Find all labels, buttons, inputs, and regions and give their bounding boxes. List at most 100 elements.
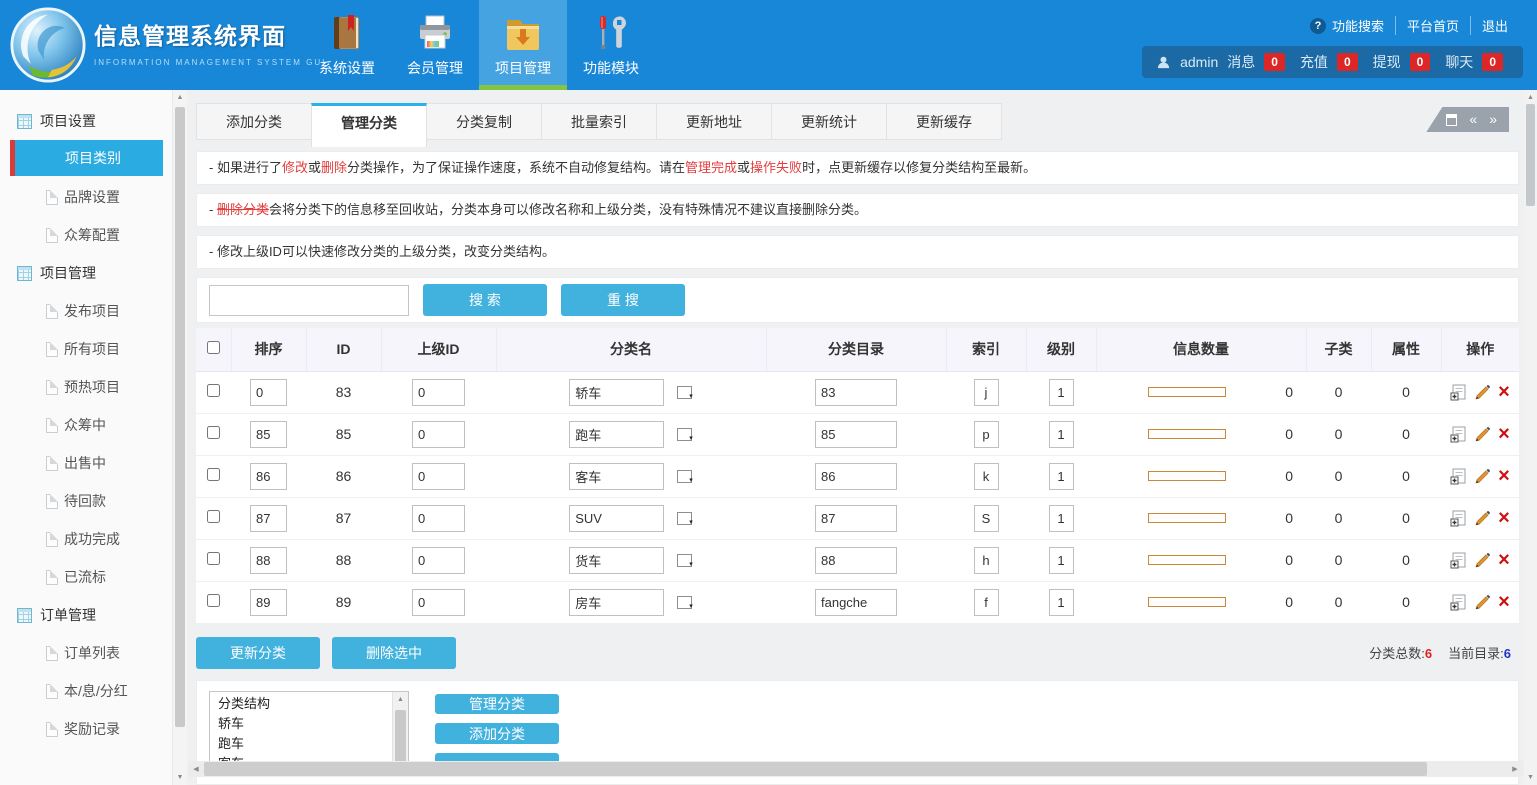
- index-input[interactable]: [974, 505, 999, 532]
- tab-update-cache[interactable]: 更新缓存: [886, 103, 1002, 140]
- horizontal-scrollbar[interactable]: ◀ ▶: [188, 761, 1523, 777]
- main-scrollbar[interactable]: ▲ ▼: [1524, 90, 1537, 785]
- icon-picker[interactable]: ▾: [677, 554, 693, 567]
- nav-member-management[interactable]: 会员管理: [391, 0, 479, 90]
- add-category-button[interactable]: 添加分类: [435, 723, 559, 744]
- add-subcategory-icon[interactable]: [1450, 384, 1467, 401]
- category-name-input[interactable]: [569, 589, 664, 616]
- scroll-down-icon[interactable]: ▼: [173, 770, 187, 785]
- scroll-up-icon[interactable]: ▲: [1524, 90, 1537, 105]
- row-checkbox[interactable]: [207, 594, 220, 607]
- tab-list-icon[interactable]: [1446, 114, 1457, 126]
- delete-icon[interactable]: ×: [1498, 426, 1510, 443]
- edit-icon[interactable]: [1474, 552, 1491, 569]
- sidebar-item-brand-settings[interactable]: 品牌设置: [0, 178, 172, 216]
- sidebar-item-principal-interest-dividend[interactable]: 本/息/分红: [0, 672, 172, 710]
- delete-icon[interactable]: ×: [1498, 552, 1510, 569]
- add-subcategory-icon[interactable]: [1450, 510, 1467, 527]
- tab-batch-index[interactable]: 批量索引: [541, 103, 657, 140]
- chat-link[interactable]: 聊天: [1445, 52, 1473, 72]
- tab-copy-category[interactable]: 分类复制: [426, 103, 542, 140]
- sidebar-item-publish-project[interactable]: 发布项目: [0, 292, 172, 330]
- parent-id-input[interactable]: [412, 463, 465, 490]
- messages-count-badge[interactable]: 0: [1264, 53, 1285, 71]
- logout-link[interactable]: 退出: [1470, 16, 1519, 35]
- category-dir-input[interactable]: [815, 505, 897, 532]
- level-input[interactable]: [1049, 421, 1074, 448]
- sidebar-scrollbar-thumb[interactable]: [175, 107, 185, 727]
- edit-icon[interactable]: [1474, 468, 1491, 485]
- list-item[interactable]: 跑车: [218, 734, 388, 754]
- edit-icon[interactable]: [1474, 426, 1491, 443]
- index-input[interactable]: [974, 547, 999, 574]
- scroll-left-icon[interactable]: ◀: [188, 765, 204, 773]
- sidebar-scrollbar[interactable]: ▲ ▼: [172, 90, 187, 785]
- sort-input[interactable]: [250, 463, 287, 490]
- level-input[interactable]: [1049, 547, 1074, 574]
- category-dir-input[interactable]: [815, 379, 897, 406]
- level-input[interactable]: [1049, 463, 1074, 490]
- icon-picker[interactable]: ▾: [677, 470, 693, 483]
- index-input[interactable]: [974, 379, 999, 406]
- category-name-input[interactable]: [569, 421, 664, 448]
- sidebar-section-project-management[interactable]: 项目管理: [0, 254, 172, 292]
- listbox-scrollbar-thumb[interactable]: [395, 710, 406, 768]
- category-name-input[interactable]: [569, 505, 664, 532]
- index-input[interactable]: [974, 463, 999, 490]
- parent-id-input[interactable]: [412, 421, 465, 448]
- add-subcategory-icon[interactable]: [1450, 594, 1467, 611]
- chat-count-badge[interactable]: 0: [1482, 53, 1503, 71]
- sidebar-item-pending-repayment[interactable]: 待回款: [0, 482, 172, 520]
- manage-category-button[interactable]: 管理分类: [435, 694, 559, 715]
- recharge-count-badge[interactable]: 0: [1337, 53, 1358, 71]
- username[interactable]: admin: [1180, 54, 1218, 70]
- icon-picker[interactable]: ▾: [677, 596, 693, 609]
- sidebar-item-preheat-projects[interactable]: 预热项目: [0, 368, 172, 406]
- category-dir-input[interactable]: [815, 589, 897, 616]
- search-input[interactable]: [209, 285, 409, 316]
- delete-icon[interactable]: ×: [1498, 468, 1510, 485]
- tab-add-category[interactable]: 添加分类: [196, 103, 312, 140]
- list-item[interactable]: 轿车: [218, 714, 388, 734]
- category-dir-input[interactable]: [815, 421, 897, 448]
- sort-input[interactable]: [250, 505, 287, 532]
- row-checkbox[interactable]: [207, 426, 220, 439]
- sort-input[interactable]: [250, 589, 287, 616]
- level-input[interactable]: [1049, 589, 1074, 616]
- level-input[interactable]: [1049, 379, 1074, 406]
- nav-project-management[interactable]: 项目管理: [479, 0, 567, 90]
- add-subcategory-icon[interactable]: [1450, 552, 1467, 569]
- parent-id-input[interactable]: [412, 547, 465, 574]
- tabs-scroll-left-icon[interactable]: «: [1469, 107, 1477, 132]
- nav-function-modules[interactable]: 功能模块: [567, 0, 655, 90]
- edit-icon[interactable]: [1474, 594, 1491, 611]
- delete-selected-button[interactable]: 删除选中: [332, 637, 456, 669]
- tab-update-address[interactable]: 更新地址: [656, 103, 772, 140]
- scroll-down-icon[interactable]: ▼: [1524, 770, 1537, 785]
- messages-link[interactable]: 消息: [1227, 52, 1255, 72]
- row-checkbox[interactable]: [207, 384, 220, 397]
- icon-picker[interactable]: ▾: [677, 512, 693, 525]
- recharge-link[interactable]: 充值: [1300, 52, 1328, 72]
- sidebar-item-all-projects[interactable]: 所有项目: [0, 330, 172, 368]
- sidebar-item-reward-records[interactable]: 奖励记录: [0, 710, 172, 748]
- parent-id-input[interactable]: [412, 589, 465, 616]
- category-name-input[interactable]: [569, 547, 664, 574]
- select-all-checkbox[interactable]: [207, 341, 220, 354]
- index-input[interactable]: [974, 589, 999, 616]
- tab-update-statistics[interactable]: 更新统计: [771, 103, 887, 140]
- withdraw-link[interactable]: 提现: [1373, 52, 1401, 72]
- level-input[interactable]: [1049, 505, 1074, 532]
- update-category-button[interactable]: 更新分类: [196, 637, 320, 669]
- research-button[interactable]: 重 搜: [561, 284, 685, 316]
- parent-id-input[interactable]: [412, 379, 465, 406]
- sidebar-section-order-management[interactable]: 订单管理: [0, 596, 172, 634]
- category-name-input[interactable]: [569, 463, 664, 490]
- platform-home-link[interactable]: 平台首页: [1395, 16, 1470, 35]
- icon-picker[interactable]: ▾: [677, 428, 693, 441]
- tab-manage-category[interactable]: 管理分类: [311, 103, 427, 147]
- row-checkbox[interactable]: [207, 510, 220, 523]
- scroll-right-icon[interactable]: ▶: [1507, 765, 1523, 773]
- horizontal-scrollbar-thumb[interactable]: [204, 762, 1427, 776]
- sort-input[interactable]: [250, 379, 287, 406]
